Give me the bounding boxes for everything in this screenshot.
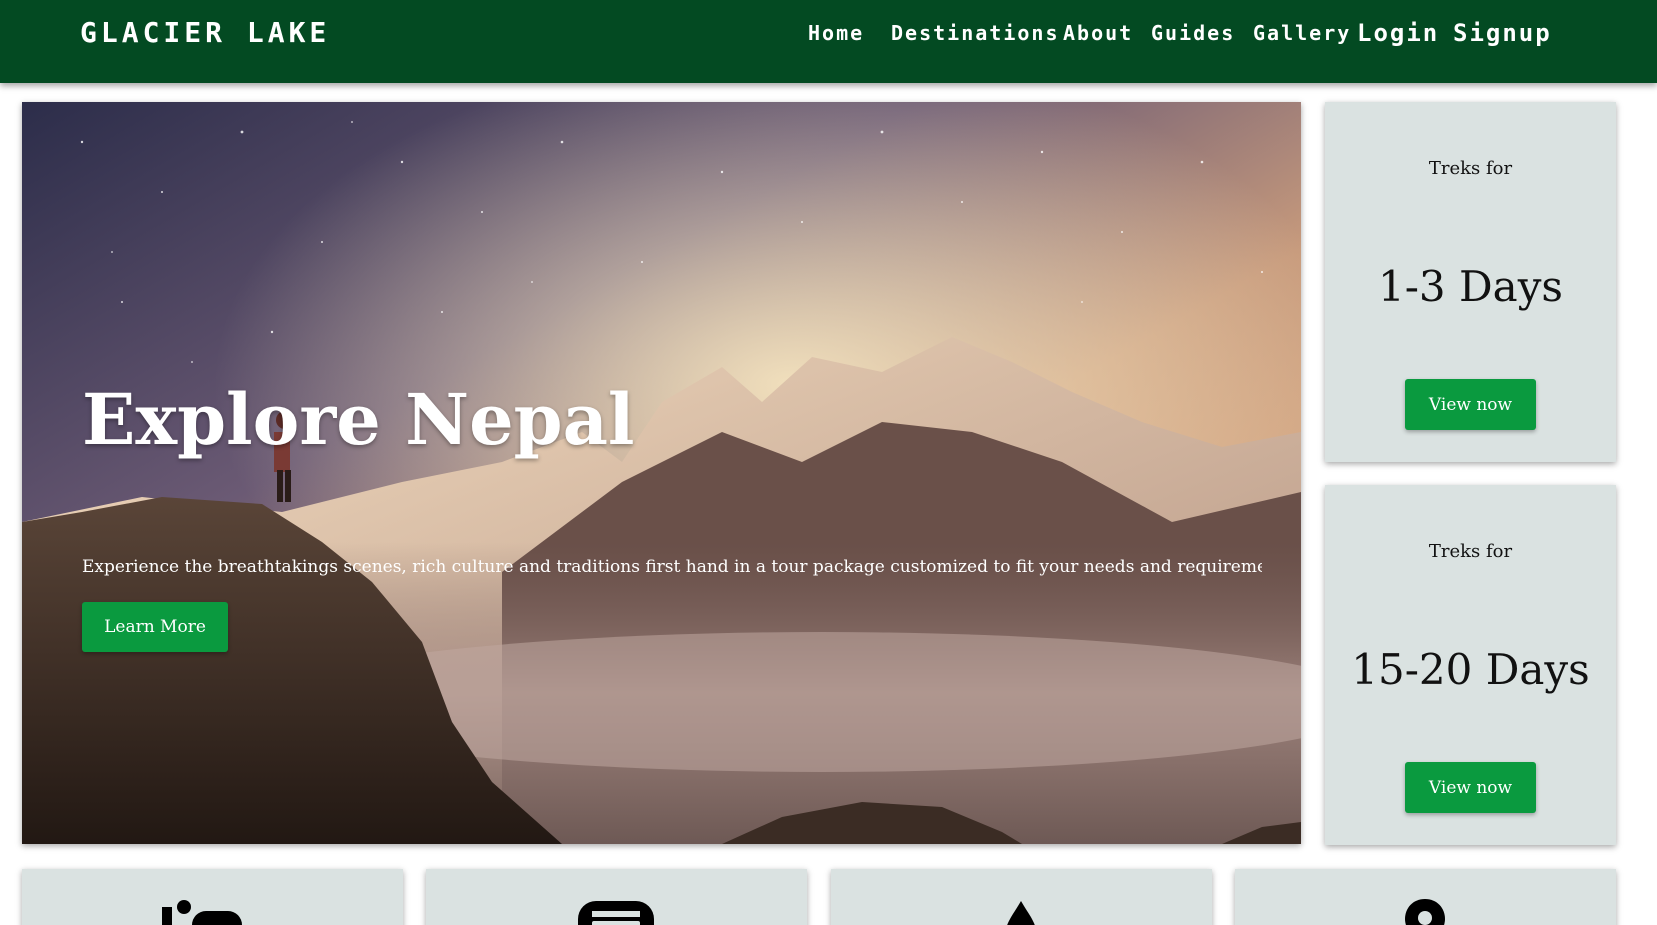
trek-card-days: 1-3 Days	[1378, 262, 1563, 311]
nav-login-link[interactable]: Login	[1357, 18, 1439, 48]
nav-signup-link[interactable]: Signup	[1453, 18, 1552, 48]
feature-card-water	[831, 869, 1212, 925]
nav-home-link[interactable]: Home	[808, 18, 864, 48]
feature-card-trekking	[22, 869, 403, 925]
bus-icon	[578, 901, 654, 925]
learn-more-button[interactable]: Learn More	[82, 602, 228, 652]
nav-about-link[interactable]: About	[1063, 18, 1133, 48]
nav-gallery-link[interactable]: Gallery	[1253, 18, 1351, 48]
hero-title: Explore Nepal	[82, 378, 635, 461]
nav-guides-link[interactable]: Guides	[1151, 18, 1235, 48]
brand-logo[interactable]: GLACIER LAKE	[80, 16, 330, 50]
view-now-button[interactable]: View now	[1405, 379, 1536, 430]
trek-card-label: Treks for	[1428, 541, 1513, 562]
map-pin-icon	[1405, 899, 1445, 925]
trek-card-short: Treks for 1-3 Days View now	[1325, 102, 1616, 462]
nav-destinations-link[interactable]: Destinations	[891, 18, 1060, 48]
feature-card-transport	[426, 869, 807, 925]
trek-card-days: 15-20 Days	[1351, 645, 1590, 694]
drop-icon	[1007, 901, 1035, 925]
hero-banner: Explore Nepal Experience the breathtakin…	[22, 102, 1301, 844]
trek-card-label: Treks for	[1428, 158, 1513, 179]
feature-card-location	[1235, 869, 1616, 925]
hiker-icon	[162, 900, 242, 925]
trek-card-long: Treks for 15-20 Days View now	[1325, 485, 1616, 845]
navbar: GLACIER LAKE Home Destinations About Gui…	[0, 0, 1657, 83]
hero-mountain-image	[22, 102, 1301, 844]
view-now-button[interactable]: View now	[1405, 762, 1536, 813]
hero-description: Experience the breathtakings scenes, ric…	[82, 557, 1262, 577]
